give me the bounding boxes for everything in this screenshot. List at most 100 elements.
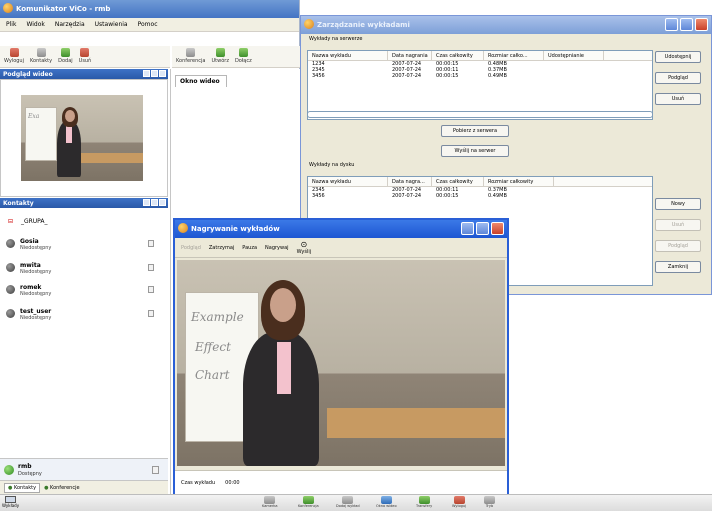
contacts-minimize-icon[interactable] — [143, 199, 150, 206]
tab-video-window[interactable]: Okno wideo — [175, 75, 227, 87]
manager-app-icon — [304, 19, 314, 29]
conference-toolbar: Konferencja Utwórz Dołącz — [172, 46, 300, 68]
my-status-button[interactable] — [152, 466, 159, 474]
col-name: Nazwa wykładu — [308, 51, 388, 60]
contact-action-button[interactable] — [148, 286, 154, 293]
add-lecture-icon — [342, 496, 354, 504]
panel-minimize-icon[interactable] — [143, 70, 150, 77]
preview-server-button[interactable]: Podgląd — [655, 72, 701, 84]
close-button[interactable] — [491, 222, 504, 235]
table-row[interactable]: 3456 2007-07-24 00:00:15 0.49MB — [308, 73, 652, 79]
panel-restore-icon[interactable] — [151, 70, 158, 77]
contact-action-button[interactable] — [148, 264, 154, 271]
video-window-icon — [380, 496, 392, 504]
group-row[interactable]: ⊟ _GRUPA_ — [8, 218, 48, 225]
create-conference-button[interactable]: Utwórz — [212, 48, 229, 64]
contacts-tab-icon: ● — [8, 484, 13, 491]
tab-contacts[interactable]: ● Kontakty — [4, 482, 41, 493]
contact-mwita[interactable]: mwita Niedostępny — [6, 262, 160, 275]
contact-action-button[interactable] — [148, 240, 154, 247]
logout-button[interactable]: Wyloguj — [4, 48, 24, 64]
upload-button[interactable]: Wyślij na serwer — [441, 145, 509, 157]
menu-widok[interactable]: Widok — [26, 21, 44, 28]
status-icon — [6, 263, 15, 272]
lectures-taskbar-item[interactable]: Wykłady — [2, 496, 19, 508]
menu-plik[interactable]: Plik — [6, 21, 16, 28]
recording-title-bar[interactable]: Nagrywanie wykładów — [175, 220, 507, 238]
contact-test-user[interactable]: test_user Niedostępny — [6, 308, 160, 321]
time-value: 00:00 — [225, 479, 240, 486]
col-size: Rozmiar całkowity — [484, 177, 554, 186]
taskbar-mode[interactable]: Tryb — [484, 496, 495, 508]
contacts-restore-icon[interactable] — [151, 199, 158, 206]
stop-button[interactable]: Zatrzymaj — [209, 245, 234, 251]
share-button[interactable]: Udostępnij — [655, 51, 701, 63]
conference-button[interactable]: Konferencja — [176, 48, 206, 64]
video-preview-header: Podgląd wideo — [0, 69, 168, 79]
conferences-tab-icon: ● — [44, 484, 49, 491]
logout-icon — [453, 496, 465, 504]
taskbar-video-window[interactable]: Okno wideo — [376, 496, 397, 508]
maximize-button[interactable] — [476, 222, 489, 235]
collapse-icon[interactable]: ⊟ — [8, 218, 13, 225]
minimize-button[interactable] — [461, 222, 474, 235]
main-toolbar: Wyloguj Kontakty Dodaj Usuń — [0, 46, 170, 68]
contacts-list: ⊟ _GRUPA_ Gosia Niedostępny mwita Niedos… — [0, 208, 168, 456]
col-size: Rozmiar całko... — [484, 51, 544, 60]
pause-button[interactable]: Pauza — [242, 245, 257, 251]
table-row[interactable]: 3456 2007-07-24 00:00:15 0.49MB — [308, 193, 652, 199]
tab-conferences[interactable]: ● Konferencje — [44, 485, 79, 491]
manager-title-bar[interactable]: Zarządzanie wykładami — [301, 16, 711, 34]
camera-icon — [264, 496, 276, 504]
taskbar-conference[interactable]: Konferencja — [298, 496, 319, 508]
video-preview-area: Exa — [0, 79, 168, 197]
download-button[interactable]: Pobierz z serwera — [441, 125, 509, 137]
preview-button[interactable]: Podgląd — [181, 245, 201, 251]
col-duration: Czas całkowity — [432, 177, 484, 186]
main-title: Komunikator ViCo - rmb — [16, 5, 111, 13]
join-conference-icon — [238, 48, 248, 57]
taskbar-camera[interactable]: Kamerka — [262, 496, 278, 508]
menu-ustawienia[interactable]: Ustawienia — [95, 21, 128, 28]
delete-disk-button[interactable]: Usuń — [655, 219, 701, 231]
taskbar-add-lecture[interactable]: Dodaj wykład — [336, 496, 360, 508]
close-button[interactable] — [695, 18, 708, 31]
create-conference-icon — [215, 48, 225, 57]
maximize-button[interactable] — [680, 18, 693, 31]
minimize-button[interactable] — [665, 18, 678, 31]
logout-icon — [9, 48, 19, 57]
preview-disk-button[interactable]: Podgląd — [655, 240, 701, 252]
join-conference-button[interactable]: Dołącz — [235, 48, 252, 64]
contacts-button[interactable]: Kontakty — [30, 48, 52, 64]
recording-title: Nagrywanie wykładów — [191, 225, 280, 233]
new-button[interactable]: Nowy — [655, 198, 701, 210]
taskbar: Wykłady Kamerka Konferencja Dodaj wykład… — [0, 494, 712, 511]
col-date: Data nagrania — [388, 51, 432, 60]
menu-pomoc[interactable]: Pomoc — [138, 21, 158, 28]
my-status[interactable]: rmb Dostępny — [0, 458, 168, 480]
recording-video: Example Effect Chart — [177, 260, 505, 466]
col-name: Nazwa wykładu — [308, 177, 388, 186]
col-duration: Czas całkowity — [432, 51, 484, 60]
taskbar-logout[interactable]: Wyloguj — [452, 496, 466, 508]
contact-gosia[interactable]: Gosia Niedostępny — [6, 238, 160, 251]
send-button[interactable]: ⊙ Wyślij — [297, 240, 312, 255]
panel-close-icon[interactable] — [159, 70, 166, 77]
recording-app-icon — [178, 223, 188, 233]
contact-action-button[interactable] — [148, 310, 154, 317]
disk-section-label: Wykłady na dysku — [309, 162, 355, 168]
menu-bar: Plik Widok Narzędzia Ustawienia Pomoc — [0, 18, 299, 32]
add-contact-button[interactable]: Dodaj — [58, 48, 73, 64]
menu-narzedzia[interactable]: Narzędzia — [55, 21, 85, 28]
delete-server-button[interactable]: Usuń — [655, 93, 701, 105]
server-section-label: Wykłady na serwerze — [309, 36, 363, 42]
conference-icon — [186, 48, 196, 57]
server-lectures-list[interactable]: Nazwa wykładu Data nagrania Czas całkowi… — [307, 50, 653, 120]
contacts-close-icon[interactable] — [159, 199, 166, 206]
main-title-bar[interactable]: Komunikator ViCo - rmb — [0, 0, 299, 18]
taskbar-transfers[interactable]: Transfery — [416, 496, 432, 508]
record-button[interactable]: Nagrywaj — [265, 245, 289, 251]
close-manager-button[interactable]: Zamknij — [655, 261, 701, 273]
remove-contact-button[interactable]: Usuń — [79, 48, 91, 64]
contact-romek[interactable]: romek Niedostępny — [6, 284, 160, 297]
